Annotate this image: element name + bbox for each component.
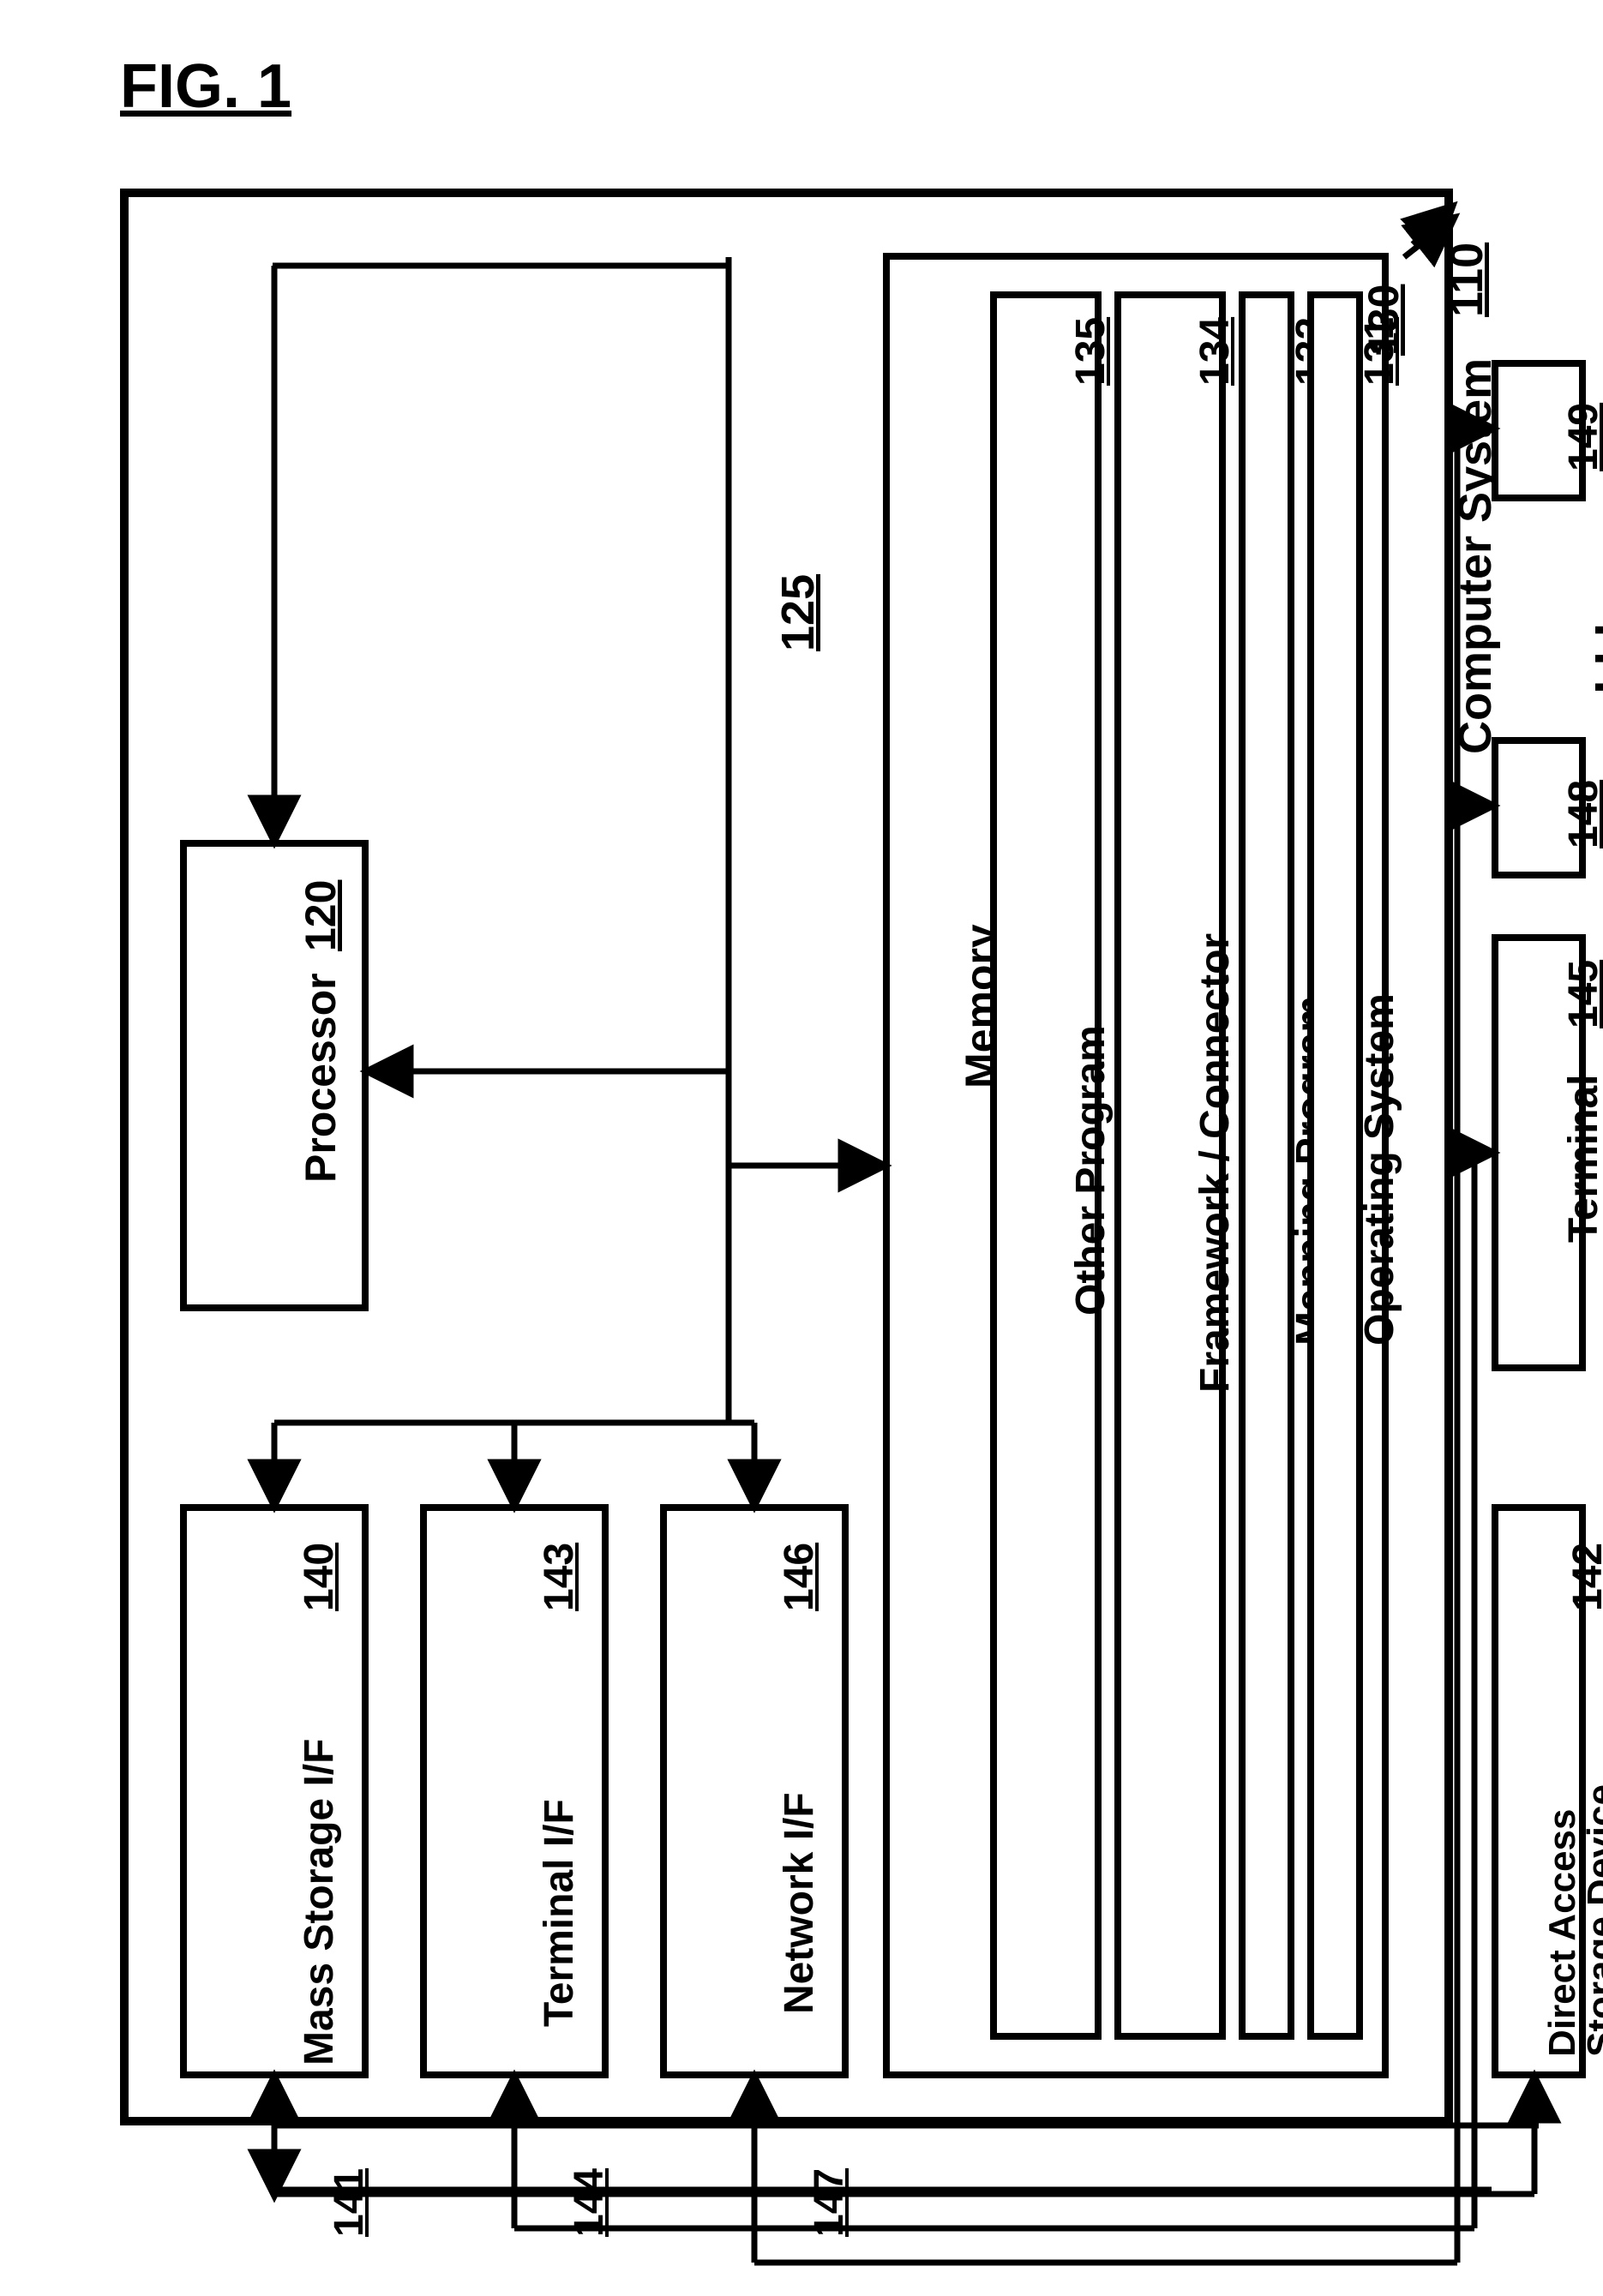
processor-label: Processor — [296, 973, 345, 1183]
conn-147-ref: 147 — [806, 2168, 853, 2237]
framework-ref: 134 — [1192, 317, 1239, 386]
terminal-label: Terminal — [1560, 1075, 1603, 1244]
terminal-ref: 145 — [1560, 960, 1603, 1028]
bus-ref: 125 — [771, 574, 825, 651]
other-program-ref: 135 — [1067, 317, 1114, 386]
figure-label: FIG. 1 — [120, 51, 291, 122]
terminal-if-label: Terminal I/F — [536, 1799, 583, 2027]
network-if-ref: 146 — [776, 1543, 823, 1611]
network-if-label: Network I/F — [776, 1792, 823, 2014]
network-node-b-ref: 149 — [1560, 403, 1603, 471]
dasd-label-l2: Storage Device — [1582, 1784, 1603, 2057]
mapping-box — [1239, 291, 1294, 2040]
framework-label: Framework / Connector — [1192, 933, 1239, 1393]
dasd-label-l1: Direct Access — [1543, 1809, 1582, 2057]
os-ref: 131 — [1356, 317, 1403, 386]
conn-141-ref: 141 — [326, 2168, 373, 2237]
conn-144-ref: 144 — [566, 2168, 613, 2237]
dasd-ref: 142 — [1564, 1543, 1603, 1611]
network-ellipsis: . . . — [1556, 623, 1603, 694]
computer-system-ref: 110 — [1440, 243, 1493, 317]
network-node-a-ref: 148 — [1560, 780, 1603, 848]
other-program-label: Other Program — [1067, 1025, 1114, 1316]
terminal-if-ref: 143 — [536, 1543, 583, 1611]
mass-storage-if-ref: 140 — [296, 1543, 343, 1611]
os-label: Operating System — [1356, 993, 1403, 1346]
mass-storage-if-label: Mass Storage I/F — [296, 1739, 343, 2065]
os-box — [1307, 291, 1363, 2040]
diagram-canvas: FIG. 1 Computer System 110 125 Processor… — [0, 0, 1603, 2296]
processor-ref: 120 — [296, 880, 345, 951]
